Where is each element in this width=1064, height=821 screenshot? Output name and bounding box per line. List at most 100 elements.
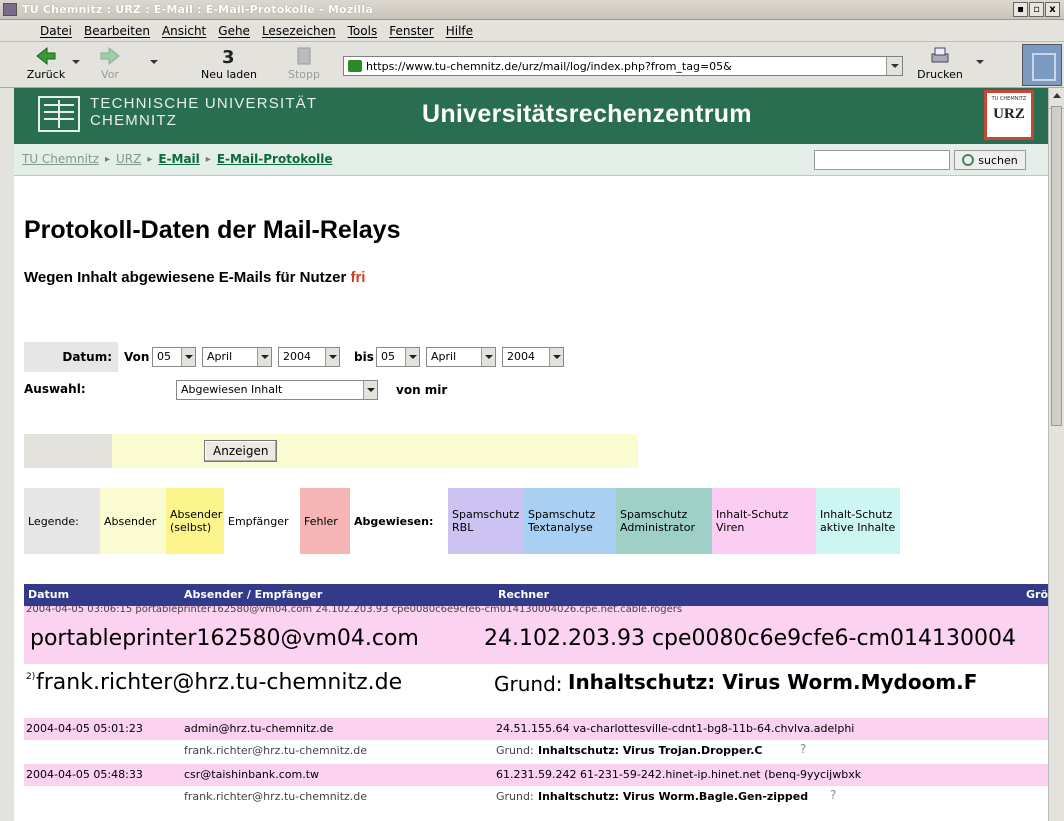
chevron-down-icon bbox=[549, 348, 563, 366]
row-recipient: frank.richter@hrz.tu-chemnitz.de bbox=[184, 744, 368, 757]
show-button[interactable]: Anzeigen bbox=[204, 440, 278, 462]
left-gutter bbox=[0, 88, 14, 821]
log-table-header: Datum Absender / Empfänger Rechner Grö bbox=[24, 584, 1048, 606]
vertical-scrollbar[interactable] bbox=[1048, 88, 1064, 821]
window-controls: ▪ ▫ x bbox=[1013, 2, 1060, 17]
chevron-down-icon bbox=[325, 348, 339, 366]
selection-suffix: von mir bbox=[396, 383, 448, 397]
row-reason: Inhaltschutz: Virus Worm.Bagle.Gen-zippe… bbox=[538, 790, 809, 803]
from-year-select[interactable]: 2004 bbox=[278, 347, 340, 367]
back-dropdown-icon[interactable] bbox=[72, 60, 80, 64]
to-day-select[interactable]: 05 bbox=[376, 347, 420, 367]
table-row: 2004-04-05 05:48:33 csr@taishinbank.com.… bbox=[24, 764, 1048, 786]
print-button[interactable]: Drucken bbox=[912, 46, 968, 81]
menu-lesezeichen[interactable]: Lesezeichen bbox=[256, 24, 342, 38]
urz-title[interactable]: Universitätsrechenzentrum bbox=[422, 100, 752, 129]
page-subtitle: Wegen Inhalt abgewiesene E-Mails für Nut… bbox=[24, 269, 366, 286]
search-icon bbox=[962, 154, 975, 166]
menu-fenster[interactable]: Fenster bbox=[383, 24, 440, 38]
forward-dropdown-icon[interactable] bbox=[150, 60, 158, 64]
row-host: 24.51.155.64 va-charlottesville-cdnt1-bg… bbox=[496, 722, 855, 735]
to-label: bis bbox=[354, 350, 374, 364]
printer-icon bbox=[931, 47, 949, 63]
close-button[interactable]: x bbox=[1045, 2, 1060, 17]
help-icon[interactable]: ? bbox=[800, 742, 806, 756]
selection-row: Auswahl: Abgewiesen Inhalt von mir bbox=[24, 374, 638, 404]
row-reason-label: Grund: bbox=[496, 790, 534, 803]
menu-gehe[interactable]: Gehe bbox=[212, 24, 256, 38]
search-input[interactable] bbox=[814, 150, 950, 170]
url-input[interactable] bbox=[366, 58, 876, 74]
menu-datei[interactable]: Datei bbox=[34, 24, 78, 38]
date-label: Datum: bbox=[24, 342, 118, 372]
maximize-button[interactable]: ▫ bbox=[1029, 2, 1044, 17]
search-button[interactable]: suchen bbox=[954, 150, 1026, 170]
selection-select[interactable]: Abgewiesen Inhalt bbox=[176, 380, 378, 400]
chevron-down-icon bbox=[481, 348, 495, 366]
back-button[interactable]: Zurück bbox=[24, 46, 68, 81]
zoomed-recipient: frank.richter@hrz.tu-chemnitz.de bbox=[36, 670, 403, 695]
date-row: Datum: Von 05 April 2004 bis 05 April 20… bbox=[24, 342, 638, 372]
legend-spamschutz-rbl: Spamschutz RBL bbox=[448, 488, 524, 554]
row-reason: Inhaltschutz: Virus Trojan.Dropper.C bbox=[538, 744, 763, 757]
breadcrumb-urz[interactable]: URZ bbox=[116, 152, 141, 166]
breadcrumb-email[interactable]: E-Mail bbox=[158, 152, 199, 166]
menu-tools[interactable]: Tools bbox=[342, 24, 384, 38]
breadcrumb-email-protokolle[interactable]: E-Mail-Protokolle bbox=[217, 152, 333, 166]
svg-text:3: 3 bbox=[222, 47, 235, 66]
window-title: TU Chemnitz : URZ : E-Mail : E-Mail-Prot… bbox=[22, 3, 373, 16]
from-month-select[interactable]: April bbox=[202, 347, 272, 367]
chevron-down-icon bbox=[257, 348, 271, 366]
zoomed-reason-label: Grund: bbox=[494, 672, 563, 696]
to-year-select[interactable]: 2004 bbox=[502, 347, 564, 367]
row-host: 61.231.59.242 61-231-59-242.hinet-ip.hin… bbox=[496, 768, 862, 781]
to-month-select[interactable]: April bbox=[426, 347, 496, 367]
page-content: TECHNISCHE UNIVERSITÄT CHEMNITZ Universi… bbox=[14, 88, 1048, 821]
chevron-down-icon bbox=[181, 348, 195, 366]
legend-absender-selbst: Absender (selbst) bbox=[166, 488, 224, 554]
table-row-zoomed: portableprinter162580@vm04.com 24.102.20… bbox=[24, 618, 1048, 664]
column-absender-empfaenger: Absender / Empfänger bbox=[184, 588, 323, 601]
zoomed-host: 24.102.203.93 cpe0080c6e9cfe6-cm01413000… bbox=[484, 626, 1016, 651]
table-row-zoomed-detail: 2) frank.richter@hrz.tu-chemnitz.de Grun… bbox=[24, 664, 1048, 704]
legend-label: Legende: bbox=[24, 488, 100, 554]
mozilla-icon bbox=[3, 3, 17, 16]
minimize-button[interactable]: ▪ bbox=[1013, 2, 1028, 17]
forward-arrow-icon bbox=[100, 46, 120, 66]
tu-banner: TECHNISCHE UNIVERSITÄT CHEMNITZ Universi… bbox=[14, 88, 1048, 144]
urz-logo-icon[interactable]: TU CHEMNITZ URZ bbox=[984, 90, 1034, 140]
row-reason-label: Grund: bbox=[496, 744, 534, 757]
address-bar bbox=[343, 56, 903, 76]
legend-fehler: Fehler bbox=[300, 488, 350, 554]
menu-ansicht[interactable]: Ansicht bbox=[156, 24, 212, 38]
column-rechner: Rechner bbox=[498, 588, 549, 601]
table-row: 2004-04-05 05:01:23 admin@hrz.tu-chemnit… bbox=[24, 718, 1048, 740]
menu-bearbeiten[interactable]: Bearbeiten bbox=[78, 24, 156, 38]
menu-hilfe[interactable]: Hilfe bbox=[440, 24, 479, 38]
chevron-down-icon bbox=[363, 381, 377, 399]
stop-button[interactable]: Stopp bbox=[284, 46, 324, 81]
column-datum: Datum bbox=[28, 588, 70, 601]
tu-logo-icon[interactable] bbox=[38, 96, 80, 132]
menu-bar: Datei Bearbeiten Ansicht Gehe Lesezeiche… bbox=[0, 20, 1064, 42]
reload-button[interactable]: 3 Neu laden bbox=[196, 46, 262, 81]
legend-empfaenger: Empfänger bbox=[224, 488, 300, 554]
scrollbar-thumb[interactable] bbox=[1051, 106, 1062, 426]
url-dropdown-button[interactable] bbox=[886, 57, 902, 75]
legend-absender: Absender bbox=[100, 488, 166, 554]
from-day-select[interactable]: 05 bbox=[152, 347, 196, 367]
breadcrumb-tu-chemnitz[interactable]: TU Chemnitz bbox=[22, 152, 99, 166]
table-row-detail: frank.richter@hrz.tu-chemnitz.de Grund: … bbox=[24, 786, 1048, 808]
legend-spamschutz-administrator: Spamschutz Administrator bbox=[616, 488, 712, 554]
row-sender: csr@taishinbank.com.tw bbox=[184, 768, 320, 781]
university-name[interactable]: TECHNISCHE UNIVERSITÄT CHEMNITZ bbox=[90, 95, 317, 129]
help-icon[interactable]: ? bbox=[830, 788, 836, 802]
row-sender: admin@hrz.tu-chemnitz.de bbox=[184, 722, 334, 735]
forward-button[interactable]: Vor bbox=[92, 46, 128, 81]
back-arrow-icon bbox=[36, 46, 56, 66]
column-groesse: Grö bbox=[1026, 588, 1048, 601]
print-dropdown-icon[interactable] bbox=[976, 60, 984, 64]
stop-icon bbox=[297, 47, 311, 65]
zoomed-reason: Inhaltschutz: Virus Worm.Mydoom.F bbox=[568, 670, 978, 694]
breadcrumb-bar: TU Chemnitz ▸ URZ ▸ E-Mail ▸ E-Mail-Prot… bbox=[14, 144, 1048, 176]
